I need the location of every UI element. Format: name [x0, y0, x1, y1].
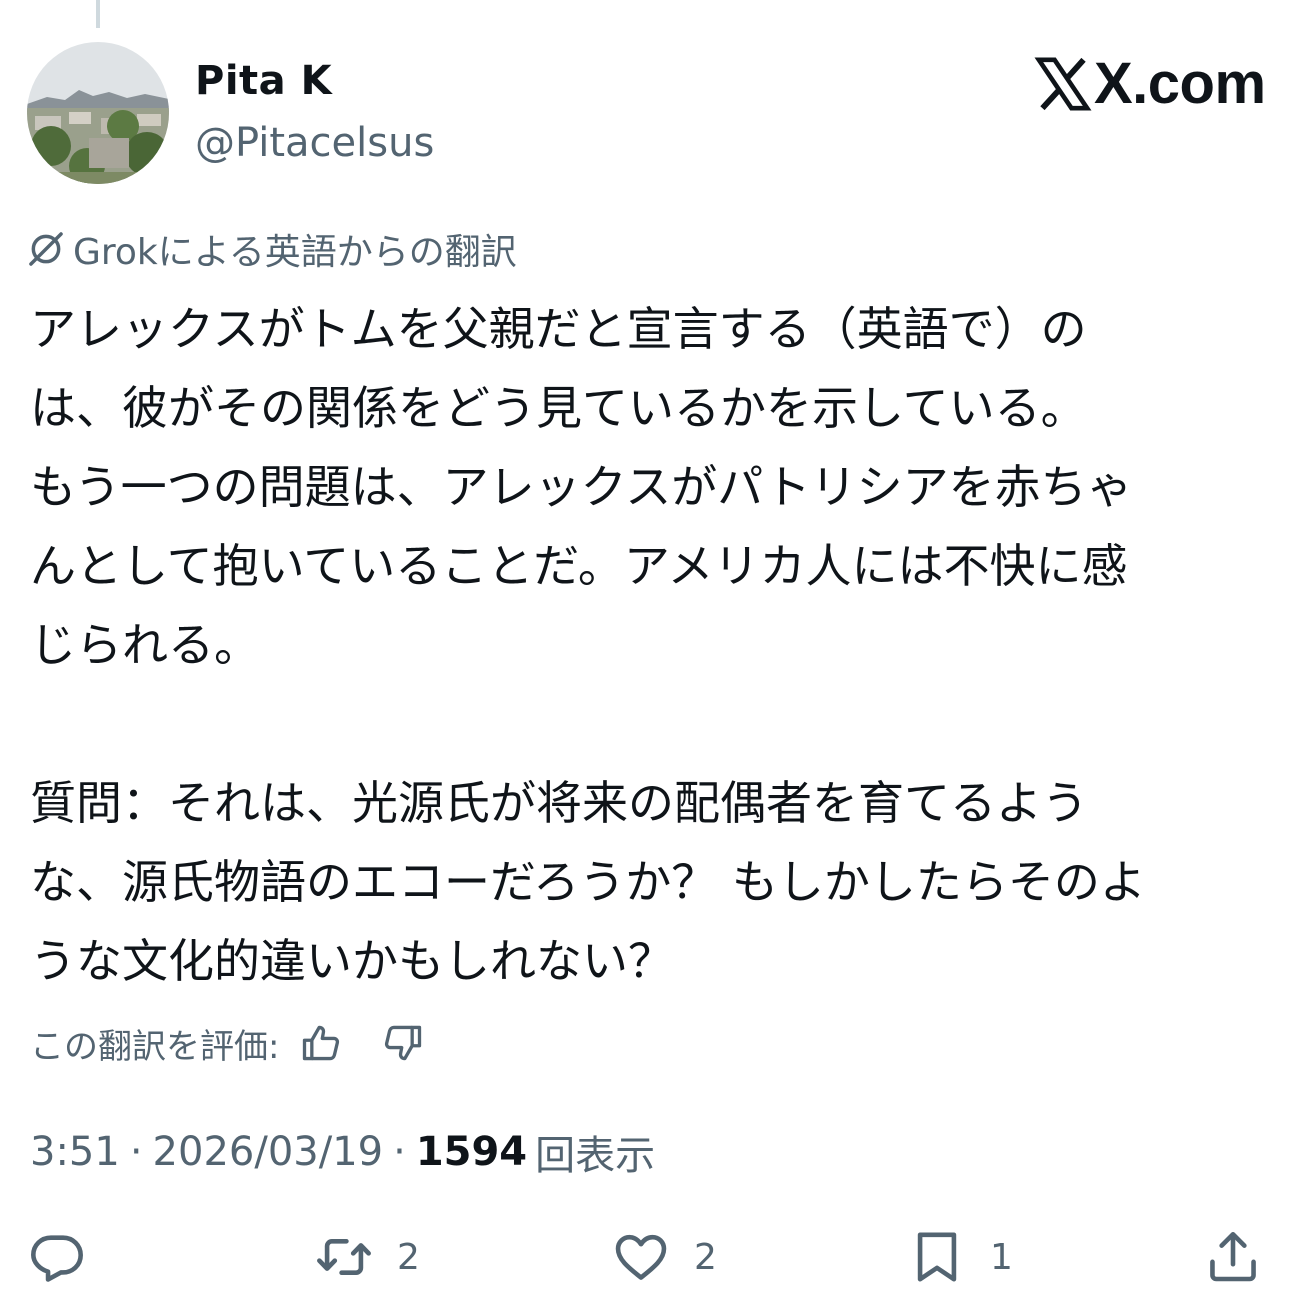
- author-handle[interactable]: @Pitacelsus: [195, 120, 434, 166]
- bookmark-count: 1: [990, 1236, 1013, 1278]
- bookmark-icon: [917, 1232, 957, 1282]
- tweet-time[interactable]: 3:51: [30, 1129, 120, 1175]
- heart-icon: [615, 1234, 667, 1280]
- like-button[interactable]: 2: [612, 1226, 717, 1288]
- bookmark-button[interactable]: 1: [908, 1226, 1013, 1288]
- share-icon: [1210, 1231, 1256, 1282]
- tweet-date[interactable]: 2026/03/19: [153, 1129, 384, 1175]
- like-count: 2: [694, 1236, 717, 1278]
- views-label: 回表示: [535, 1133, 656, 1179]
- tweet-paragraph: 質問：それは、光源氏が将来の配偶者を育てるよう な、源氏物語のエコーだろうか？ …: [30, 776, 1146, 988]
- brand-text: X.com: [1094, 51, 1266, 116]
- thread-connector-line: [96, 0, 100, 28]
- brand-watermark: X.com: [1034, 52, 1266, 116]
- translation-label-text: Grokによる英語からの翻訳: [73, 232, 517, 273]
- author-name[interactable]: Pita K: [195, 58, 332, 104]
- reply-icon: [31, 1235, 83, 1282]
- thumbs-down-icon[interactable]: [381, 1021, 425, 1065]
- avatar-photo: [27, 42, 169, 184]
- rate-translation-row: この翻訳を評価:: [30, 1017, 425, 1069]
- rate-translation-label: この翻訳を評価:: [30, 1026, 280, 1067]
- meta-separator: ·: [129, 1129, 143, 1175]
- repost-icon: [317, 1238, 371, 1276]
- tweet-meta: 3:51 · 2026/03/19 · 1594 回表示: [30, 1126, 656, 1179]
- thumbs-up-icon[interactable]: [299, 1021, 343, 1065]
- views-count: 1594: [415, 1129, 528, 1175]
- tweet-text: アレックスがトムを父親だと宣言する（英語で）の は、彼がその関係をどう見ているか…: [30, 290, 1262, 1001]
- avatar[interactable]: [27, 42, 169, 184]
- translation-label[interactable]: Grokによる英語からの翻訳: [27, 227, 517, 273]
- repost-button[interactable]: 2: [315, 1226, 420, 1288]
- grok-icon: [29, 232, 63, 266]
- share-button[interactable]: [1204, 1226, 1286, 1288]
- reply-button[interactable]: [28, 1226, 110, 1288]
- repost-count: 2: [397, 1236, 420, 1278]
- x-logo-icon: [1034, 57, 1092, 111]
- tweet-paragraph: アレックスがトムを父親だと宣言する（英語で）の は、彼がその関係をどう見ているか…: [30, 302, 1133, 672]
- meta-separator: ·: [393, 1129, 406, 1175]
